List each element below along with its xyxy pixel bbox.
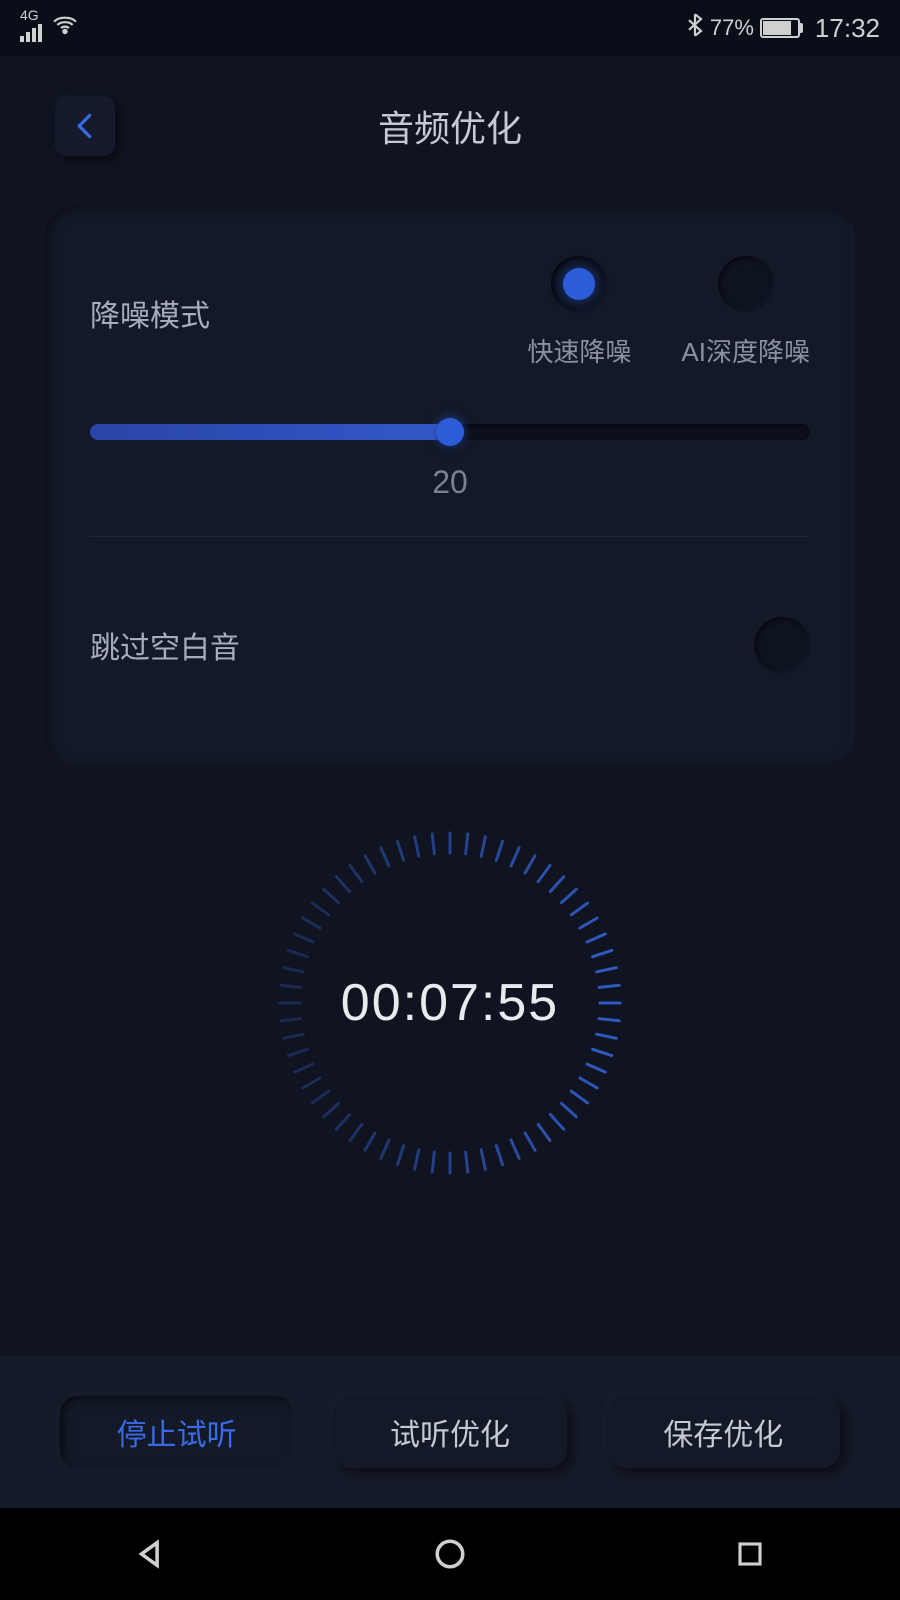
status-left: 4G: [20, 8, 78, 48]
battery-percent: 77%: [710, 15, 754, 41]
nav-recent-button[interactable]: [680, 1524, 820, 1584]
radio-circle-icon: [551, 256, 607, 312]
radio-label-ai: AI深度降噪: [681, 332, 810, 369]
radio-circle-icon: [718, 256, 774, 312]
radio-label-fast: 快速降噪: [527, 332, 631, 369]
battery-icon: [760, 18, 803, 38]
chevron-left-icon: [71, 112, 99, 140]
divider: [90, 536, 810, 537]
page-title: 音频优化: [378, 100, 522, 152]
bluetooth-icon: [686, 13, 704, 43]
timer-section: 00:07:55: [0, 823, 900, 1183]
triangle-back-icon: [133, 1537, 167, 1571]
stop-preview-button[interactable]: 停止试听: [60, 1396, 293, 1468]
status-bar: 4G 77% 17:32: [0, 0, 900, 56]
skip-blank-toggle[interactable]: [754, 617, 810, 673]
intensity-slider-area: 20: [90, 424, 810, 501]
back-button[interactable]: [55, 96, 115, 156]
preview-optimize-label: 试听优化: [390, 1410, 510, 1454]
noise-mode-row: 降噪模式 快速降噪 AI深度降噪: [90, 256, 810, 369]
network-indicator: 4G: [20, 8, 42, 48]
slider-thumb[interactable]: [436, 418, 464, 446]
nav-home-button[interactable]: [380, 1524, 520, 1584]
noise-mode-radio-group: 快速降噪 AI深度降噪: [527, 256, 810, 369]
network-label: 4G: [20, 8, 42, 22]
bottom-action-bar: 停止试听 试听优化 保存优化: [0, 1356, 900, 1508]
intensity-slider[interactable]: [90, 424, 810, 440]
settings-card: 降噪模式 快速降噪 AI深度降噪 20 跳过空白音: [45, 206, 855, 763]
header: 音频优化: [0, 76, 900, 176]
preview-optimize-button[interactable]: 试听优化: [333, 1396, 566, 1468]
square-recent-icon: [735, 1539, 765, 1569]
timer-value: 00:07:55: [341, 973, 559, 1033]
noise-mode-label: 降噪模式: [90, 291, 210, 335]
timer-dial: 00:07:55: [270, 823, 630, 1183]
stop-preview-label: 停止试听: [117, 1410, 237, 1454]
skip-blank-row: 跳过空白音: [90, 617, 810, 703]
save-optimize-button[interactable]: 保存优化: [607, 1396, 840, 1468]
skip-blank-label: 跳过空白音: [90, 623, 240, 667]
radio-option-ai[interactable]: AI深度降噪: [681, 256, 810, 369]
slider-value: 20: [90, 464, 810, 501]
slider-fill: [90, 424, 450, 440]
wifi-icon: [52, 12, 78, 44]
clock-time: 17:32: [815, 13, 880, 44]
android-nav-bar: [0, 1508, 900, 1600]
circle-home-icon: [433, 1537, 467, 1571]
radio-option-fast[interactable]: 快速降噪: [527, 256, 631, 369]
status-right: 77% 17:32: [686, 13, 880, 44]
signal-bars-icon: [20, 24, 42, 42]
nav-back-button[interactable]: [80, 1524, 220, 1584]
save-optimize-label: 保存优化: [663, 1410, 783, 1454]
